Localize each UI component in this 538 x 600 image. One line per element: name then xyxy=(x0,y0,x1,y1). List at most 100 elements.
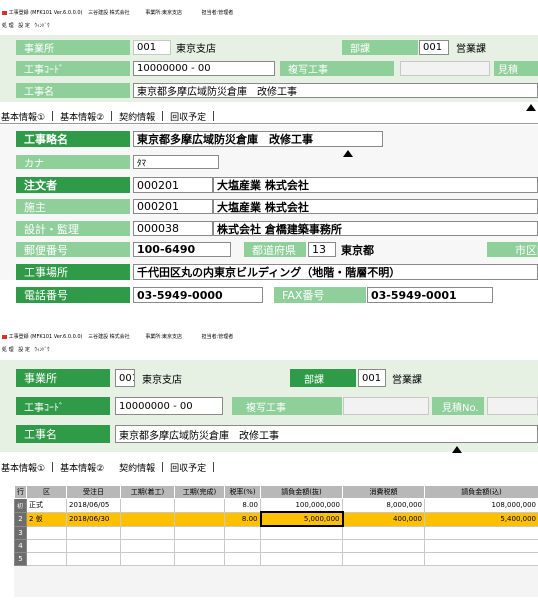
menu-item[interactable]: 理 xyxy=(9,23,14,29)
bumon-code-field-2[interactable]: 001 xyxy=(358,369,386,387)
expand-arrow-icon[interactable] xyxy=(343,150,353,157)
menu-item[interactable]: 理 xyxy=(9,347,14,353)
chumonsha-code-field[interactable]: 000201 xyxy=(133,177,213,193)
menu-item[interactable]: 設 xyxy=(18,23,23,29)
tab-keiyaku[interactable]: 契約情報 xyxy=(114,110,160,123)
table-row[interactable]: 3 xyxy=(14,525,538,540)
table-row[interactable]: 4 xyxy=(14,539,538,553)
kouji-code-field[interactable]: 10000000 - 00 xyxy=(133,61,275,76)
kouji-mei-field[interactable]: 東京都多摩広域防災倉庫 改修工事 xyxy=(133,83,538,98)
tab-divider xyxy=(213,111,215,121)
sesyu-name-field[interactable]: 大塩産業 株式会社 xyxy=(213,199,538,214)
collapse-arrow-icon-2[interactable] xyxy=(452,446,462,453)
cell-empty[interactable] xyxy=(260,552,343,566)
fukusha-field[interactable] xyxy=(400,61,490,76)
jigyosho-code-field[interactable]: 001 xyxy=(133,40,171,55)
fukusha-field-2[interactable] xyxy=(343,397,429,415)
menu-item[interactable]: 処 xyxy=(2,347,7,353)
cell-chakko[interactable] xyxy=(120,498,175,513)
cell-empty[interactable] xyxy=(224,525,261,540)
cell-empty[interactable] xyxy=(424,539,538,553)
app-version: (MFK101 Ver.6.0.0.0) xyxy=(30,334,83,340)
user-name: 担当者:管理者 xyxy=(201,334,234,340)
yubin-field[interactable]: 100-6490 xyxy=(133,242,231,257)
col-header: 消費税額 xyxy=(342,485,425,499)
cell-empty[interactable] xyxy=(174,525,225,540)
cell-shohizei[interactable]: 8,000,000 xyxy=(342,498,425,513)
sekkei-code-field[interactable]: 000038 xyxy=(133,221,213,236)
cell-juchubi[interactable]: 2018/06/05 xyxy=(66,498,121,513)
cell-empty[interactable] xyxy=(26,525,67,540)
cell-empty[interactable] xyxy=(26,552,67,566)
cell-empty[interactable] xyxy=(66,539,121,553)
fax-field[interactable]: 03-5949-0001 xyxy=(367,287,493,303)
cell-ukeoi-komi[interactable]: 108,000,000 xyxy=(424,498,538,513)
menu-item[interactable]: 定 xyxy=(25,347,30,353)
sekkei-name-field[interactable]: 株式会社 倉橋建築事務所 xyxy=(213,221,538,236)
cell-empty[interactable] xyxy=(224,552,261,566)
cell-empty[interactable] xyxy=(66,525,121,540)
cell-empty[interactable] xyxy=(26,539,67,553)
basho-field[interactable]: 千代田区丸の内東京ビルディング（地階・階層不明） xyxy=(133,264,538,280)
chumonsha-name-field[interactable]: 大塩産業 株式会社 xyxy=(213,177,538,193)
tab-kihon2[interactable]: 基本情報② xyxy=(55,110,109,123)
cell-empty[interactable] xyxy=(424,552,538,566)
cell-empty[interactable] xyxy=(120,539,175,553)
kouji-code-field-2[interactable]: 10000000 - 00 xyxy=(115,397,223,415)
collapse-arrow-icon[interactable] xyxy=(526,104,536,111)
cell-empty[interactable] xyxy=(174,539,225,553)
cell-empty[interactable] xyxy=(120,525,175,540)
app-title: 工事登録 xyxy=(8,334,29,340)
cell-empty[interactable] xyxy=(342,552,425,566)
sesyu-code-field[interactable]: 000201 xyxy=(133,199,213,214)
todofuken-code-field[interactable]: 13 xyxy=(308,242,336,257)
tab-kihon1-2[interactable]: 基本情報① xyxy=(0,461,50,474)
table-row[interactable]: 初 1 正式 2018/06/05 8.00 100,000,000 8,000… xyxy=(14,498,538,513)
cell-ukeoi-nuki-active[interactable]: 5,000,000 xyxy=(259,511,344,527)
cell-empty[interactable] xyxy=(260,539,343,553)
denwa-field[interactable]: 03-5949-0000 xyxy=(133,287,263,303)
cell-ukeoi-komi[interactable]: 5,400,000 xyxy=(424,511,538,527)
cell-empty[interactable] xyxy=(224,539,261,553)
bumon-code-field[interactable]: 001 xyxy=(419,40,449,55)
tab-kihon1[interactable]: 基本情報① xyxy=(0,110,50,123)
cell-kubun[interactable]: 正式 xyxy=(26,498,67,513)
app-icon xyxy=(2,334,7,339)
cell-empty[interactable] xyxy=(342,539,425,553)
menu-item[interactable]: ｳｨﾝﾄﾞｳ xyxy=(34,347,49,353)
cell-empty[interactable] xyxy=(342,525,425,540)
tab-keiyaku-2[interactable]: 契約情報 xyxy=(109,461,160,474)
cell-juchubi[interactable]: 2018/06/30 xyxy=(66,511,121,527)
menu-item[interactable]: 定 xyxy=(25,23,30,29)
cell-empty[interactable] xyxy=(66,552,121,566)
cell-empty[interactable] xyxy=(260,525,343,540)
tab-kihon2-2[interactable]: 基本情報② xyxy=(55,461,109,474)
cell-kansei[interactable] xyxy=(174,511,225,527)
tab-kaishu[interactable]: 回収予定 xyxy=(165,110,211,123)
cell-empty[interactable] xyxy=(174,552,225,566)
cell-kansei[interactable] xyxy=(174,498,225,513)
cell-empty[interactable] xyxy=(120,552,175,566)
menu-item[interactable]: 処 xyxy=(2,23,7,29)
kouji-mei-field-2[interactable]: 東京都多摩広域防災倉庫 改修工事 xyxy=(115,425,538,443)
cell-zeiritsu[interactable]: 8.00 xyxy=(224,498,261,513)
sekkei-label: 設計・監理 xyxy=(16,221,130,236)
col-header: 税率(%) xyxy=(224,485,261,499)
table-row[interactable]: 5 xyxy=(14,552,538,566)
table-row-selected[interactable]: 2 2 仮 2018/06/30 8.00 5,000,000 400,000 … xyxy=(14,511,538,527)
menu-item[interactable]: 設 xyxy=(18,347,23,353)
cell-kubun[interactable]: 2 仮 xyxy=(26,511,67,527)
ryakumei-field[interactable]: 東京都多摩広域防災倉庫 改修工事 xyxy=(133,131,383,147)
jigyosho-code-field-2[interactable]: 001 xyxy=(115,369,135,387)
cell-empty[interactable] xyxy=(424,525,538,540)
kana-field[interactable]: ﾀﾏ xyxy=(133,155,219,169)
fukusha-label: 複写工事 xyxy=(280,61,394,76)
menu-item[interactable]: ｳｨﾝﾄﾞｳ xyxy=(34,23,49,29)
cell-chakko[interactable] xyxy=(120,511,175,527)
mitsumori-field-2[interactable] xyxy=(487,397,538,415)
cell-shohizei[interactable]: 400,000 xyxy=(342,511,425,527)
tab-kaishu-2[interactable]: 回収予定 xyxy=(165,461,211,474)
cell-ukeoi-nuki[interactable]: 100,000,000 xyxy=(260,498,343,513)
shiku-label: 市区町 xyxy=(487,242,538,257)
cell-zeiritsu[interactable]: 8.00 xyxy=(224,511,261,527)
